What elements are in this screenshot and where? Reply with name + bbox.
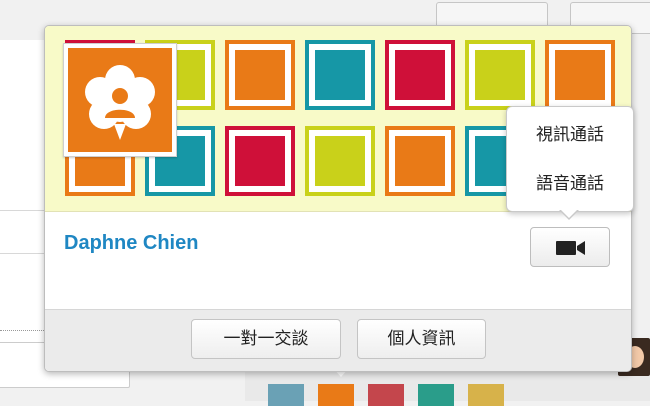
card-footer: 一對一交談 個人資訊: [45, 309, 631, 371]
pattern-square: [229, 130, 291, 192]
profile-info-button[interactable]: 個人資訊: [357, 319, 486, 359]
contact-thumbnail[interactable]: [318, 384, 354, 406]
pattern-square: [309, 130, 371, 192]
pattern-square: [389, 44, 451, 106]
pattern-square: [309, 44, 371, 106]
voice-call-menu-item[interactable]: 語音通話: [507, 162, 633, 206]
video-camera-icon: [556, 241, 585, 255]
pattern-square: [469, 44, 531, 106]
contact-name[interactable]: Daphne Chien: [64, 232, 198, 255]
avatar[interactable]: [63, 43, 177, 157]
video-call-button[interactable]: [530, 227, 610, 267]
pattern-square: [389, 130, 451, 192]
avatar-image: [68, 48, 172, 152]
one-on-one-chat-button[interactable]: 一對一交談: [191, 319, 341, 359]
contact-thumbnail[interactable]: [418, 384, 454, 406]
contact-thumbnail[interactable]: [468, 384, 504, 406]
user-chat-bubble-icon: [85, 65, 155, 140]
pattern-square: [549, 44, 611, 106]
contact-thumbnail[interactable]: [268, 384, 304, 406]
video-call-menu-item[interactable]: 視訊通話: [507, 113, 633, 157]
contact-thumbnail[interactable]: [368, 384, 404, 406]
call-options-menu: 視訊通話 語音通話: [506, 106, 634, 220]
pattern-square: [229, 44, 291, 106]
menu-caret: [559, 209, 579, 220]
